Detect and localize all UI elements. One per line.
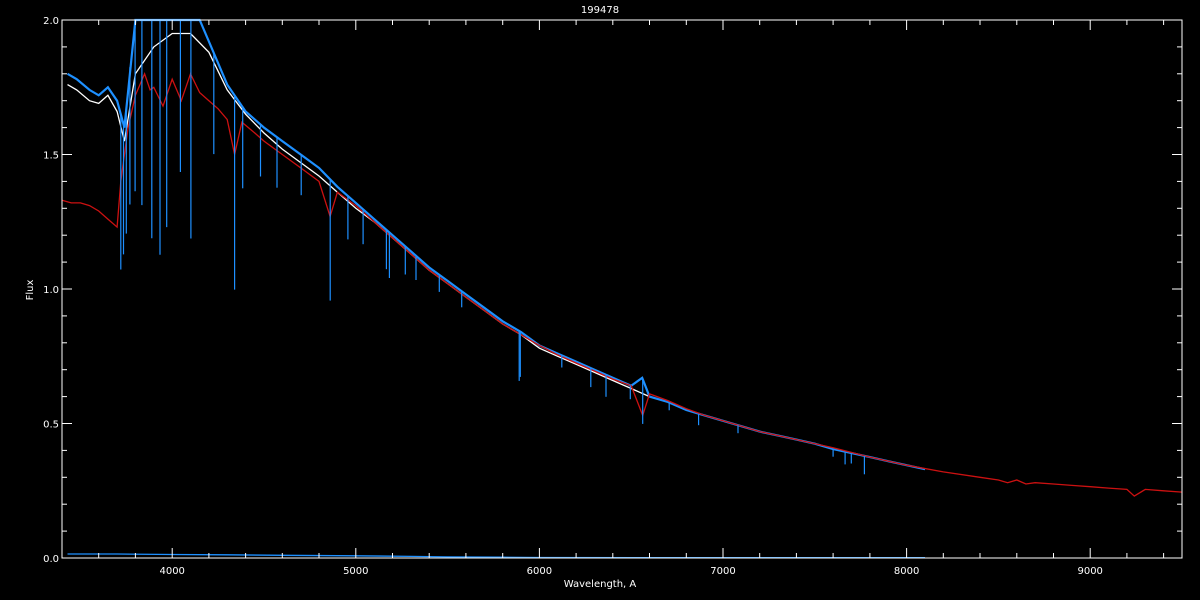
x-tick-label: 7000 (710, 566, 735, 577)
chart-title: 199478 (581, 5, 619, 16)
y-tick-label: 1.0 (43, 285, 59, 296)
x-tick-label: 9000 (1077, 566, 1102, 577)
y-tick-label: 0.5 (43, 420, 59, 431)
y-tick-label: 1.5 (43, 151, 59, 162)
spectrum-chart: 4000 5000 6000 7000 8000 90000.00.51.01.52.0 … (0, 0, 1200, 600)
x-tick-label: 4000 (159, 566, 184, 577)
y-tick-label: 2.0 (43, 16, 59, 27)
x-tick-label: 8000 (894, 566, 919, 577)
x-axis-label: Wavelength, A (564, 579, 637, 590)
y-tick-label: 0.0 (43, 554, 59, 565)
x-tick-label: 6000 (527, 566, 552, 577)
y-axis-label: Flux (25, 280, 36, 301)
x-tick-label: 5000 (343, 566, 368, 577)
